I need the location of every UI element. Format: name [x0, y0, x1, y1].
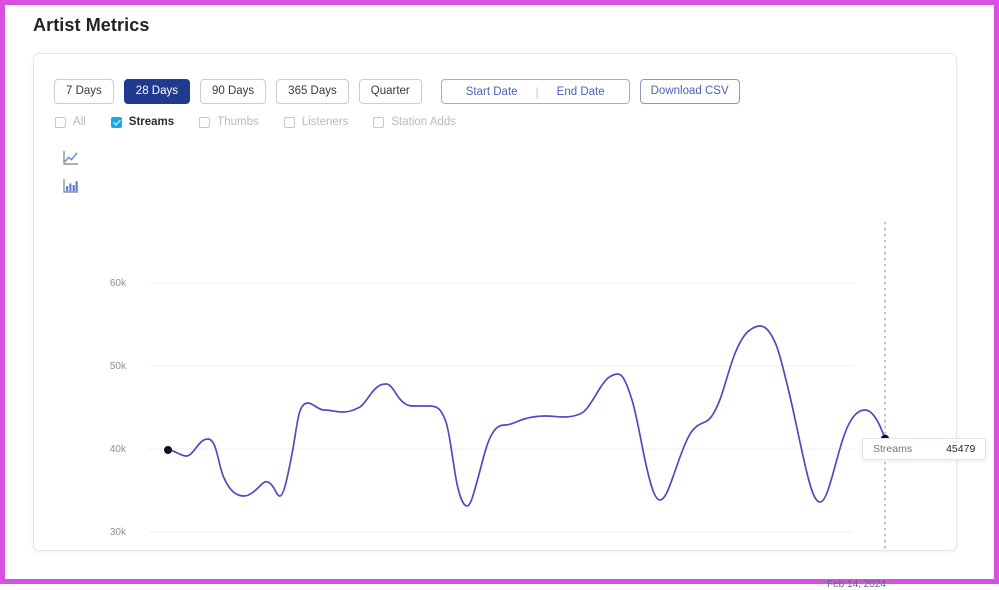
- range-button-quarter[interactable]: Quarter: [359, 79, 422, 104]
- streams-line: [168, 326, 885, 506]
- checkbox-label-thumbs: Thumbs: [217, 116, 259, 128]
- checkbox-station-adds[interactable]: [373, 117, 384, 128]
- highlight-date-label: Feb 14, 2024: [827, 579, 886, 590]
- checkbox-item-all[interactable]: All: [55, 116, 86, 128]
- checkbox-item-thumbs[interactable]: Thumbs: [199, 116, 259, 128]
- checkbox-label-all: All: [73, 116, 86, 128]
- page-content: Artist Metrics 7 Days 28 Days 90 Days 36…: [5, 5, 994, 579]
- checkbox-listeners[interactable]: [284, 117, 295, 128]
- tooltip-series-name: Streams: [873, 443, 912, 455]
- tooltip-value: 45479: [946, 443, 975, 455]
- range-button-90-days[interactable]: 90 Days: [200, 79, 266, 104]
- chart-area: 60k 50k 40k 30k Streams 4: [34, 144, 958, 552]
- svg-text:30k: 30k: [110, 527, 127, 538]
- checkbox-streams[interactable]: [111, 117, 122, 128]
- y-axis-labels: 60k 50k 40k 30k: [110, 278, 127, 538]
- chart-tooltip: Streams 45479: [862, 438, 986, 460]
- streams-line-chart: 60k 50k 40k 30k: [34, 144, 958, 552]
- date-range-picker[interactable]: Start Date | End Date: [441, 79, 630, 104]
- checkbox-item-station-adds[interactable]: Station Adds: [373, 116, 456, 128]
- checkbox-label-listeners: Listeners: [302, 116, 349, 128]
- end-date-input[interactable]: End Date: [539, 86, 623, 98]
- checkbox-label-streams: Streams: [129, 116, 174, 128]
- svg-text:60k: 60k: [110, 278, 127, 289]
- page-frame: Artist Metrics 7 Days 28 Days 90 Days 36…: [0, 0, 999, 584]
- metric-filter-row: All Streams Thumbs Listeners Station Add…: [55, 116, 481, 128]
- start-point-marker: [164, 446, 172, 454]
- range-button-7-days[interactable]: 7 Days: [54, 79, 114, 104]
- svg-text:50k: 50k: [110, 361, 127, 372]
- svg-text:40k: 40k: [110, 444, 127, 455]
- metrics-card: 7 Days 28 Days 90 Days 365 Days Quarter …: [33, 53, 957, 551]
- range-button-28-days[interactable]: 28 Days: [124, 79, 190, 104]
- checkbox-item-listeners[interactable]: Listeners: [284, 116, 349, 128]
- range-button-365-days[interactable]: 365 Days: [276, 79, 349, 104]
- checkbox-all[interactable]: [55, 117, 66, 128]
- chart-gridlines: [149, 283, 854, 532]
- checkbox-thumbs[interactable]: [199, 117, 210, 128]
- start-date-input[interactable]: Start Date: [448, 86, 536, 98]
- download-csv-button[interactable]: Download CSV: [640, 79, 740, 104]
- checkbox-label-station-adds: Station Adds: [391, 116, 456, 128]
- checkbox-item-streams[interactable]: Streams: [111, 116, 174, 128]
- page-title: Artist Metrics: [33, 15, 149, 36]
- toolbar: 7 Days 28 Days 90 Days 365 Days Quarter …: [54, 79, 740, 104]
